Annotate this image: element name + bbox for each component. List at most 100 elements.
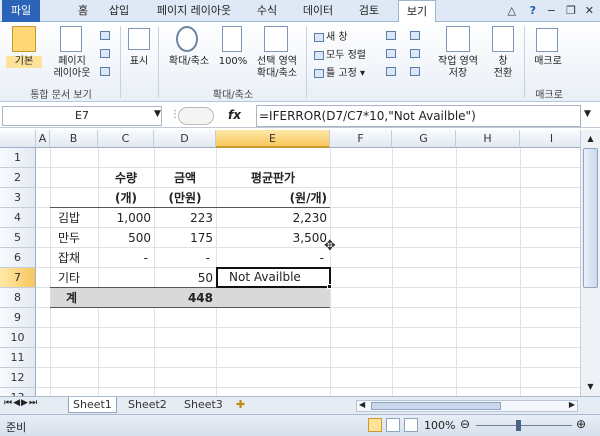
hide-icon[interactable] bbox=[386, 46, 398, 59]
worksheet-grid[interactable]: A B C D E F G H I 1 2 3 4 5 6 7 8 9 10 1… bbox=[0, 130, 580, 396]
cell-c5[interactable]: 500 bbox=[98, 228, 154, 248]
custom-views-icon[interactable] bbox=[100, 46, 112, 59]
cell-b7[interactable]: 기타 bbox=[50, 268, 98, 288]
cell-c3[interactable]: (개) bbox=[98, 188, 154, 208]
tab-page-layout[interactable]: 페이지 레이아웃 bbox=[148, 0, 240, 22]
sheet-tab-sheet3[interactable]: Sheet3 bbox=[180, 397, 227, 413]
sheet-tab-sheet1[interactable]: Sheet1 bbox=[68, 397, 117, 413]
zoom-in-icon[interactable]: ⊕ bbox=[576, 417, 586, 431]
cell-d8[interactable]: 448 bbox=[154, 288, 216, 308]
formula-input[interactable]: =IFERROR(D7/C7*10,"Not Availble") bbox=[256, 105, 581, 127]
column-header-c[interactable]: C bbox=[98, 130, 154, 148]
full-screen-icon[interactable] bbox=[100, 64, 112, 77]
tab-data[interactable]: 데이터 bbox=[298, 0, 338, 22]
normal-view-status-icon[interactable] bbox=[368, 418, 382, 432]
unhide-icon[interactable] bbox=[386, 64, 398, 77]
cell-c2[interactable]: 수량 bbox=[98, 168, 154, 188]
tab-view[interactable]: 보기 bbox=[398, 0, 436, 23]
macros-button[interactable]: 매크로 bbox=[528, 56, 568, 68]
zoom-selection-button[interactable]: 선택 영역 확대/축소 bbox=[250, 56, 304, 80]
cell-b4[interactable]: 김밥 bbox=[50, 208, 98, 228]
tab-review[interactable]: 검토 bbox=[354, 0, 384, 22]
cell-d7[interactable]: 50 bbox=[154, 268, 216, 288]
help-icon[interactable]: ? bbox=[530, 4, 536, 17]
zoom-level[interactable]: 100% bbox=[424, 419, 455, 432]
page-layout-status-icon[interactable] bbox=[386, 418, 400, 432]
zoom-out-icon[interactable]: ⊖ bbox=[460, 417, 470, 431]
scroll-down-icon[interactable]: ▼ bbox=[583, 380, 598, 394]
column-header-a[interactable]: A bbox=[36, 130, 50, 148]
hscroll-thumb[interactable] bbox=[371, 402, 501, 410]
normal-view-button[interactable]: 기본 bbox=[6, 56, 42, 68]
row-header-2[interactable]: 2 bbox=[0, 168, 36, 188]
split-icon[interactable] bbox=[386, 28, 398, 41]
column-header-f[interactable]: F bbox=[330, 130, 392, 148]
name-box[interactable]: E7 bbox=[2, 106, 162, 126]
row-header-7[interactable]: 7 bbox=[0, 268, 36, 288]
sync-scroll-icon[interactable] bbox=[410, 46, 422, 59]
column-header-i[interactable]: I bbox=[520, 130, 580, 148]
row-header-3[interactable]: 3 bbox=[0, 188, 36, 208]
zoom-100-button[interactable]: 100% bbox=[216, 56, 250, 68]
page-break-preview-icon[interactable] bbox=[100, 28, 112, 41]
cell-d5[interactable]: 175 bbox=[154, 228, 216, 248]
row-header-13[interactable]: 13 bbox=[0, 388, 36, 396]
sheet-nav-icons[interactable]: ⏮◀▶⏭ bbox=[4, 398, 38, 408]
column-header-e[interactable]: E bbox=[216, 130, 330, 148]
row-header-11[interactable]: 11 bbox=[0, 348, 36, 368]
cell-e3[interactable]: (원/개) bbox=[216, 188, 330, 208]
expand-formula-icon[interactable]: ▼ bbox=[584, 109, 591, 119]
cell-b5[interactable]: 만두 bbox=[50, 228, 98, 248]
minimize-icon[interactable]: − bbox=[547, 4, 556, 17]
sheet-tab-sheet2[interactable]: Sheet2 bbox=[124, 397, 171, 413]
tab-formulas[interactable]: 수식 bbox=[252, 0, 282, 22]
scroll-left-icon[interactable]: ◀ bbox=[359, 400, 365, 409]
scroll-up-icon[interactable]: ▲ bbox=[583, 132, 598, 146]
row-header-10[interactable]: 10 bbox=[0, 328, 36, 348]
scroll-right-icon[interactable]: ▶ bbox=[569, 400, 575, 409]
reset-position-icon[interactable] bbox=[410, 64, 422, 77]
vertical-scrollbar[interactable]: ▲ ▼ bbox=[580, 130, 600, 396]
row-header-5[interactable]: 5 bbox=[0, 228, 36, 248]
view-side-by-side-icon[interactable] bbox=[410, 28, 422, 41]
row-header-9[interactable]: 9 bbox=[0, 308, 36, 328]
new-window-button[interactable]: 새 창 bbox=[314, 28, 348, 43]
column-header-b[interactable]: B bbox=[50, 130, 98, 148]
row-header-1[interactable]: 1 bbox=[0, 148, 36, 168]
zoom-slider[interactable] bbox=[476, 425, 572, 426]
show-button[interactable]: 표시 bbox=[124, 56, 154, 68]
cell-e6[interactable]: - bbox=[216, 248, 330, 268]
restore-icon[interactable]: ❐ bbox=[566, 4, 576, 17]
close-icon[interactable]: ✕ bbox=[585, 4, 594, 17]
tab-home[interactable]: 홈 bbox=[70, 0, 96, 22]
insert-sheet-icon[interactable]: ✚ bbox=[236, 398, 245, 411]
column-header-h[interactable]: H bbox=[456, 130, 520, 148]
tab-file[interactable]: 파일 bbox=[2, 0, 40, 22]
column-header-g[interactable]: G bbox=[392, 130, 456, 148]
row-header-8[interactable]: 8 bbox=[0, 288, 36, 308]
insert-function-icon[interactable]: fx bbox=[228, 108, 241, 122]
cell-d6[interactable]: - bbox=[154, 248, 216, 268]
scroll-thumb[interactable] bbox=[583, 148, 598, 288]
tab-insert[interactable]: 삽입 bbox=[104, 0, 134, 22]
cell-e2[interactable]: 평균판가 bbox=[216, 168, 330, 188]
cell-c4[interactable]: 1,000 bbox=[98, 208, 154, 228]
minimize-ribbon-icon[interactable]: △ bbox=[508, 4, 516, 17]
cell-d4[interactable]: 223 bbox=[154, 208, 216, 228]
cell-e4[interactable]: 2,230 bbox=[216, 208, 330, 228]
select-all-corner[interactable] bbox=[0, 130, 36, 148]
horizontal-scrollbar[interactable]: ◀ ▶ bbox=[356, 400, 578, 412]
cell-b8[interactable]: 계 bbox=[50, 288, 98, 308]
cell-e7-selected[interactable]: Not Availble bbox=[216, 267, 331, 288]
cell-e5[interactable]: 3,500 bbox=[216, 228, 330, 248]
cell-d3[interactable]: (만원) bbox=[154, 188, 216, 208]
save-workspace-button[interactable]: 작업 영역 저장 bbox=[430, 56, 486, 80]
cell-c6[interactable]: - bbox=[98, 248, 154, 268]
zoom-button[interactable]: 확대/축소 bbox=[162, 56, 216, 68]
row-header-6[interactable]: 6 bbox=[0, 248, 36, 268]
switch-windows-button[interactable]: 창 전환 bbox=[486, 56, 520, 80]
cell-b6[interactable]: 잡채 bbox=[50, 248, 98, 268]
column-header-d[interactable]: D bbox=[154, 130, 216, 148]
freeze-panes-button[interactable]: 틀 고정 ▾ bbox=[314, 64, 365, 79]
name-box-dropdown-icon[interactable]: ▼ bbox=[154, 109, 161, 119]
